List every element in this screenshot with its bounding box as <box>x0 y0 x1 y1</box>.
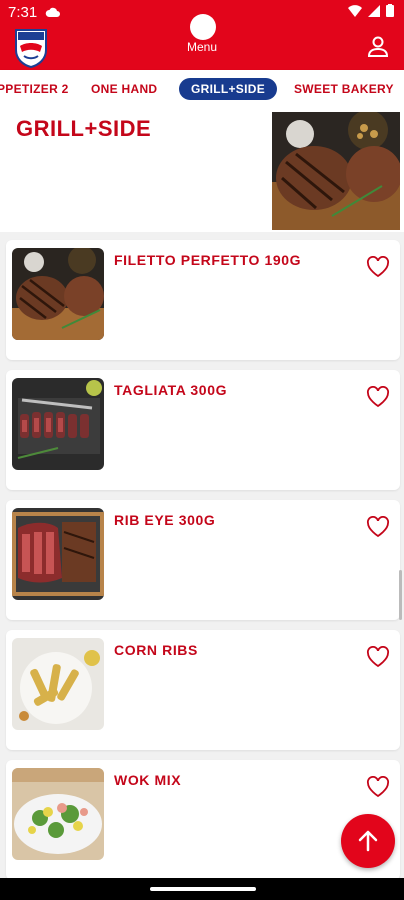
scrollbar[interactable] <box>399 570 402 620</box>
user-icon[interactable] <box>366 34 390 58</box>
home-handle[interactable] <box>150 887 256 891</box>
system-nav-bar <box>0 878 404 900</box>
product-card[interactable]: CORN RIBS <box>6 630 400 750</box>
product-image <box>12 378 104 470</box>
signal-icon <box>368 4 380 17</box>
category-image <box>272 112 400 230</box>
tab-appetizer-2[interactable]: APPETIZER 2 <box>0 78 69 100</box>
category-title: GRILL+SIDE <box>16 116 152 141</box>
product-image <box>12 638 104 730</box>
wifi-icon <box>348 4 362 17</box>
heart-outline-icon[interactable] <box>366 256 390 278</box>
tab-grill-side[interactable]: GRILL+SIDE <box>179 78 278 100</box>
battery-icon <box>386 4 394 17</box>
status-time: 7:31 <box>8 3 38 21</box>
category-header: GRILL+SIDE <box>0 108 404 232</box>
camera-cutout <box>190 14 216 40</box>
product-card[interactable]: WOK MIX <box>6 760 400 880</box>
product-image <box>12 768 104 860</box>
heart-outline-icon[interactable] <box>366 386 390 408</box>
tab-sweet-bakery[interactable]: SWEET BAKERY <box>294 78 394 100</box>
product-name: WOK MIX <box>114 772 182 788</box>
product-card[interactable]: TAGLIATA 300G <box>6 370 400 490</box>
product-card[interactable]: RIB EYE 300G <box>6 500 400 620</box>
heart-outline-icon[interactable] <box>366 516 390 538</box>
cloud-icon <box>45 7 61 17</box>
product-name: CORN RIBS <box>114 642 198 658</box>
product-card[interactable]: FILETTO PERFETTO 190G <box>6 240 400 360</box>
page-title: Menu <box>186 40 218 54</box>
product-name: FILETTO PERFETTO 190G <box>114 252 302 268</box>
product-name: TAGLIATA 300G <box>114 382 228 398</box>
arrow-up-icon <box>358 830 378 852</box>
heart-outline-icon[interactable] <box>366 776 390 798</box>
product-image <box>12 248 104 340</box>
product-name: RIB EYE 300G <box>114 512 216 528</box>
heart-outline-icon[interactable] <box>366 646 390 668</box>
tab-one-hand[interactable]: ONE HAND <box>91 78 157 100</box>
category-tabs: APPETIZER 2 ONE HAND GRILL+SIDE SWEET BA… <box>0 70 404 108</box>
product-image <box>12 508 104 600</box>
scroll-to-top-button[interactable] <box>341 814 395 868</box>
